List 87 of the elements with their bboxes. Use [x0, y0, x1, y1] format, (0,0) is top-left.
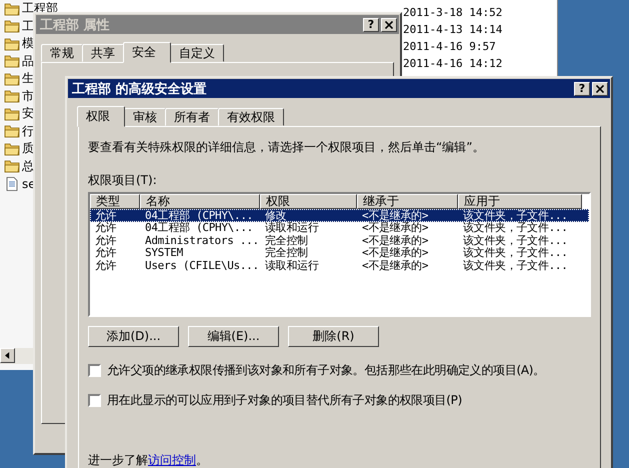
scroll-left-icon [5, 352, 10, 359]
close-icon [385, 20, 393, 28]
access-control-link[interactable]: 访问控制 [148, 453, 196, 467]
tree-item[interactable]: 模 [0, 35, 34, 52]
list-label: 权限项目(T): [88, 172, 158, 189]
table-cell-text: Administrators ... [144, 234, 260, 247]
table-cell-text: 允许 [94, 208, 118, 222]
tab[interactable]: 常规 [41, 44, 83, 62]
table-cell-text: <不是继承的> [361, 221, 430, 235]
table-cell-text: <不是继承的> [361, 208, 430, 222]
table-cell-text: 04工程部 (CPHY\... [144, 208, 254, 222]
column-header[interactable]: 继承于 [357, 194, 458, 209]
action-button[interactable]: 添加(D)... [88, 326, 179, 347]
window-title: 工程部 属性 [40, 16, 110, 34]
table-cell-text: 完全控制 [264, 233, 309, 247]
tab[interactable]: 安全 [123, 42, 171, 63]
tree-item[interactable]: 市 [0, 88, 34, 105]
folder-icon [4, 2, 20, 16]
footer-period: 。 [196, 453, 208, 467]
folder-icon [4, 142, 20, 156]
table-cell-text: 该文件夹，子文件... [462, 246, 569, 260]
tab[interactable]: 有效权限 [218, 108, 284, 126]
scroll-left-button[interactable] [0, 348, 15, 363]
window-title: 工程部 的高级安全设置 [72, 80, 207, 98]
instruction-text: 要查看有关特殊权限的详细信息，请选择一个权限项目，然后单击“编辑”。 [88, 139, 486, 156]
table-cell-text: <不是继承的> [361, 258, 430, 273]
permission-row[interactable]: 允许 04工程部 (CPHY\... 读取和运行 <不是继承的> 该文件夹，子文件... [90, 222, 589, 234]
permission-row[interactable]: 允许 Users (CFILE\Us... 读取和运行 <不是继承的> 该文件夹，子文件... [90, 259, 589, 272]
table-cell-text: 允许 [94, 258, 118, 273]
tab[interactable]: 所有者 [165, 108, 219, 126]
table-cell-text: 允许 [94, 232, 118, 247]
folder-icon [4, 124, 20, 138]
permission-row[interactable]: 允许 SYSTEM 完全控制 <不是继承的> 该文件夹，子文件... [90, 246, 589, 259]
tree-item[interactable]: 工 [0, 18, 34, 35]
column-header[interactable]: 类型 [90, 194, 140, 209]
folder-icon [4, 36, 20, 51]
table-cell-text: 该文件夹，子文件... [462, 232, 569, 247]
folder-icon [4, 159, 20, 174]
table-cell-text: 该文件夹，子文件... [462, 208, 569, 222]
table-cell-text: 完全控制 [264, 246, 309, 260]
table-cell-text: 读取和运行 [264, 221, 320, 234]
table-cell-text: 04工程部 (CPHY\... [144, 220, 254, 236]
folder-icon [4, 72, 20, 86]
table-cell-text: <不是继承的> [361, 246, 430, 260]
tree-item[interactable]: 质 [0, 140, 34, 158]
checkbox[interactable] [88, 394, 101, 406]
folder-icon [4, 19, 20, 34]
table-cell-text: 修改 [264, 208, 288, 222]
table-cell-text: SYSTEM [144, 246, 184, 260]
tree-item[interactable]: 安 [0, 105, 34, 122]
permission-row[interactable]: 允许 04工程部 (CPHY\... 修改 <不是继承的> 该文件夹，子文件... [90, 209, 589, 222]
table-cell-text: 该文件夹，子文件... [462, 220, 569, 234]
column-header[interactable]: 应用于 [458, 194, 582, 209]
folder-icon [4, 106, 20, 121]
modified-date: 2011-4-13 14:14 [403, 22, 502, 38]
help-button[interactable]: ? [574, 82, 590, 96]
table-cell-text: 该文件夹，子文件... [462, 258, 569, 273]
table-cell-text: <不是继承的> [361, 233, 430, 247]
table-cell-text: Users (CFILE\Us... [144, 258, 260, 272]
action-button[interactable]: 编辑(E)... [188, 326, 279, 347]
tree-item[interactable]: 品 [0, 52, 34, 70]
footer-text: 进一步了解 [88, 453, 148, 467]
tab[interactable]: 共享 [82, 44, 124, 62]
modified-date: 2011-4-16 9:57 [403, 39, 497, 55]
checkbox-label: 允许父项的继承权限传播到该对象和所有子对象。包括那些在此明确定义的项目(A)。 [107, 362, 545, 378]
tab[interactable]: 权限 [77, 106, 125, 127]
table-cell-text: 读取和运行 [264, 258, 320, 273]
modified-date: 2011-3-18 14:52 [403, 5, 502, 21]
tab[interactable]: 审核 [124, 108, 166, 126]
folder-icon [4, 54, 20, 68]
folder-icon [4, 89, 20, 104]
column-header[interactable]: 名称 [140, 194, 260, 209]
table-cell-text: 允许 [94, 220, 118, 235]
close-icon [596, 84, 604, 92]
file-icon [4, 176, 20, 191]
permission-row[interactable]: 允许 Administrators ... 完全控制 <不是继承的> 该文件夹，子文件... [90, 234, 589, 246]
modified-date: 2011-4-16 14:12 [403, 56, 502, 72]
action-button[interactable]: 删除(R) [288, 326, 379, 347]
column-header[interactable]: 权限 [260, 194, 357, 209]
tree-item[interactable]: 行 [0, 122, 34, 140]
close-button[interactable] [592, 82, 608, 96]
tree-item[interactable]: 生 [0, 70, 34, 88]
table-cell-text: 允许 [94, 246, 118, 260]
tab[interactable]: 自定义 [170, 44, 224, 62]
checkbox[interactable] [88, 364, 101, 376]
checkbox-label: 用在此显示的可以应用到子对象的项目替代所有子对象的权限项目(P) [107, 392, 462, 408]
tree-item[interactable]: 总 [0, 158, 34, 175]
